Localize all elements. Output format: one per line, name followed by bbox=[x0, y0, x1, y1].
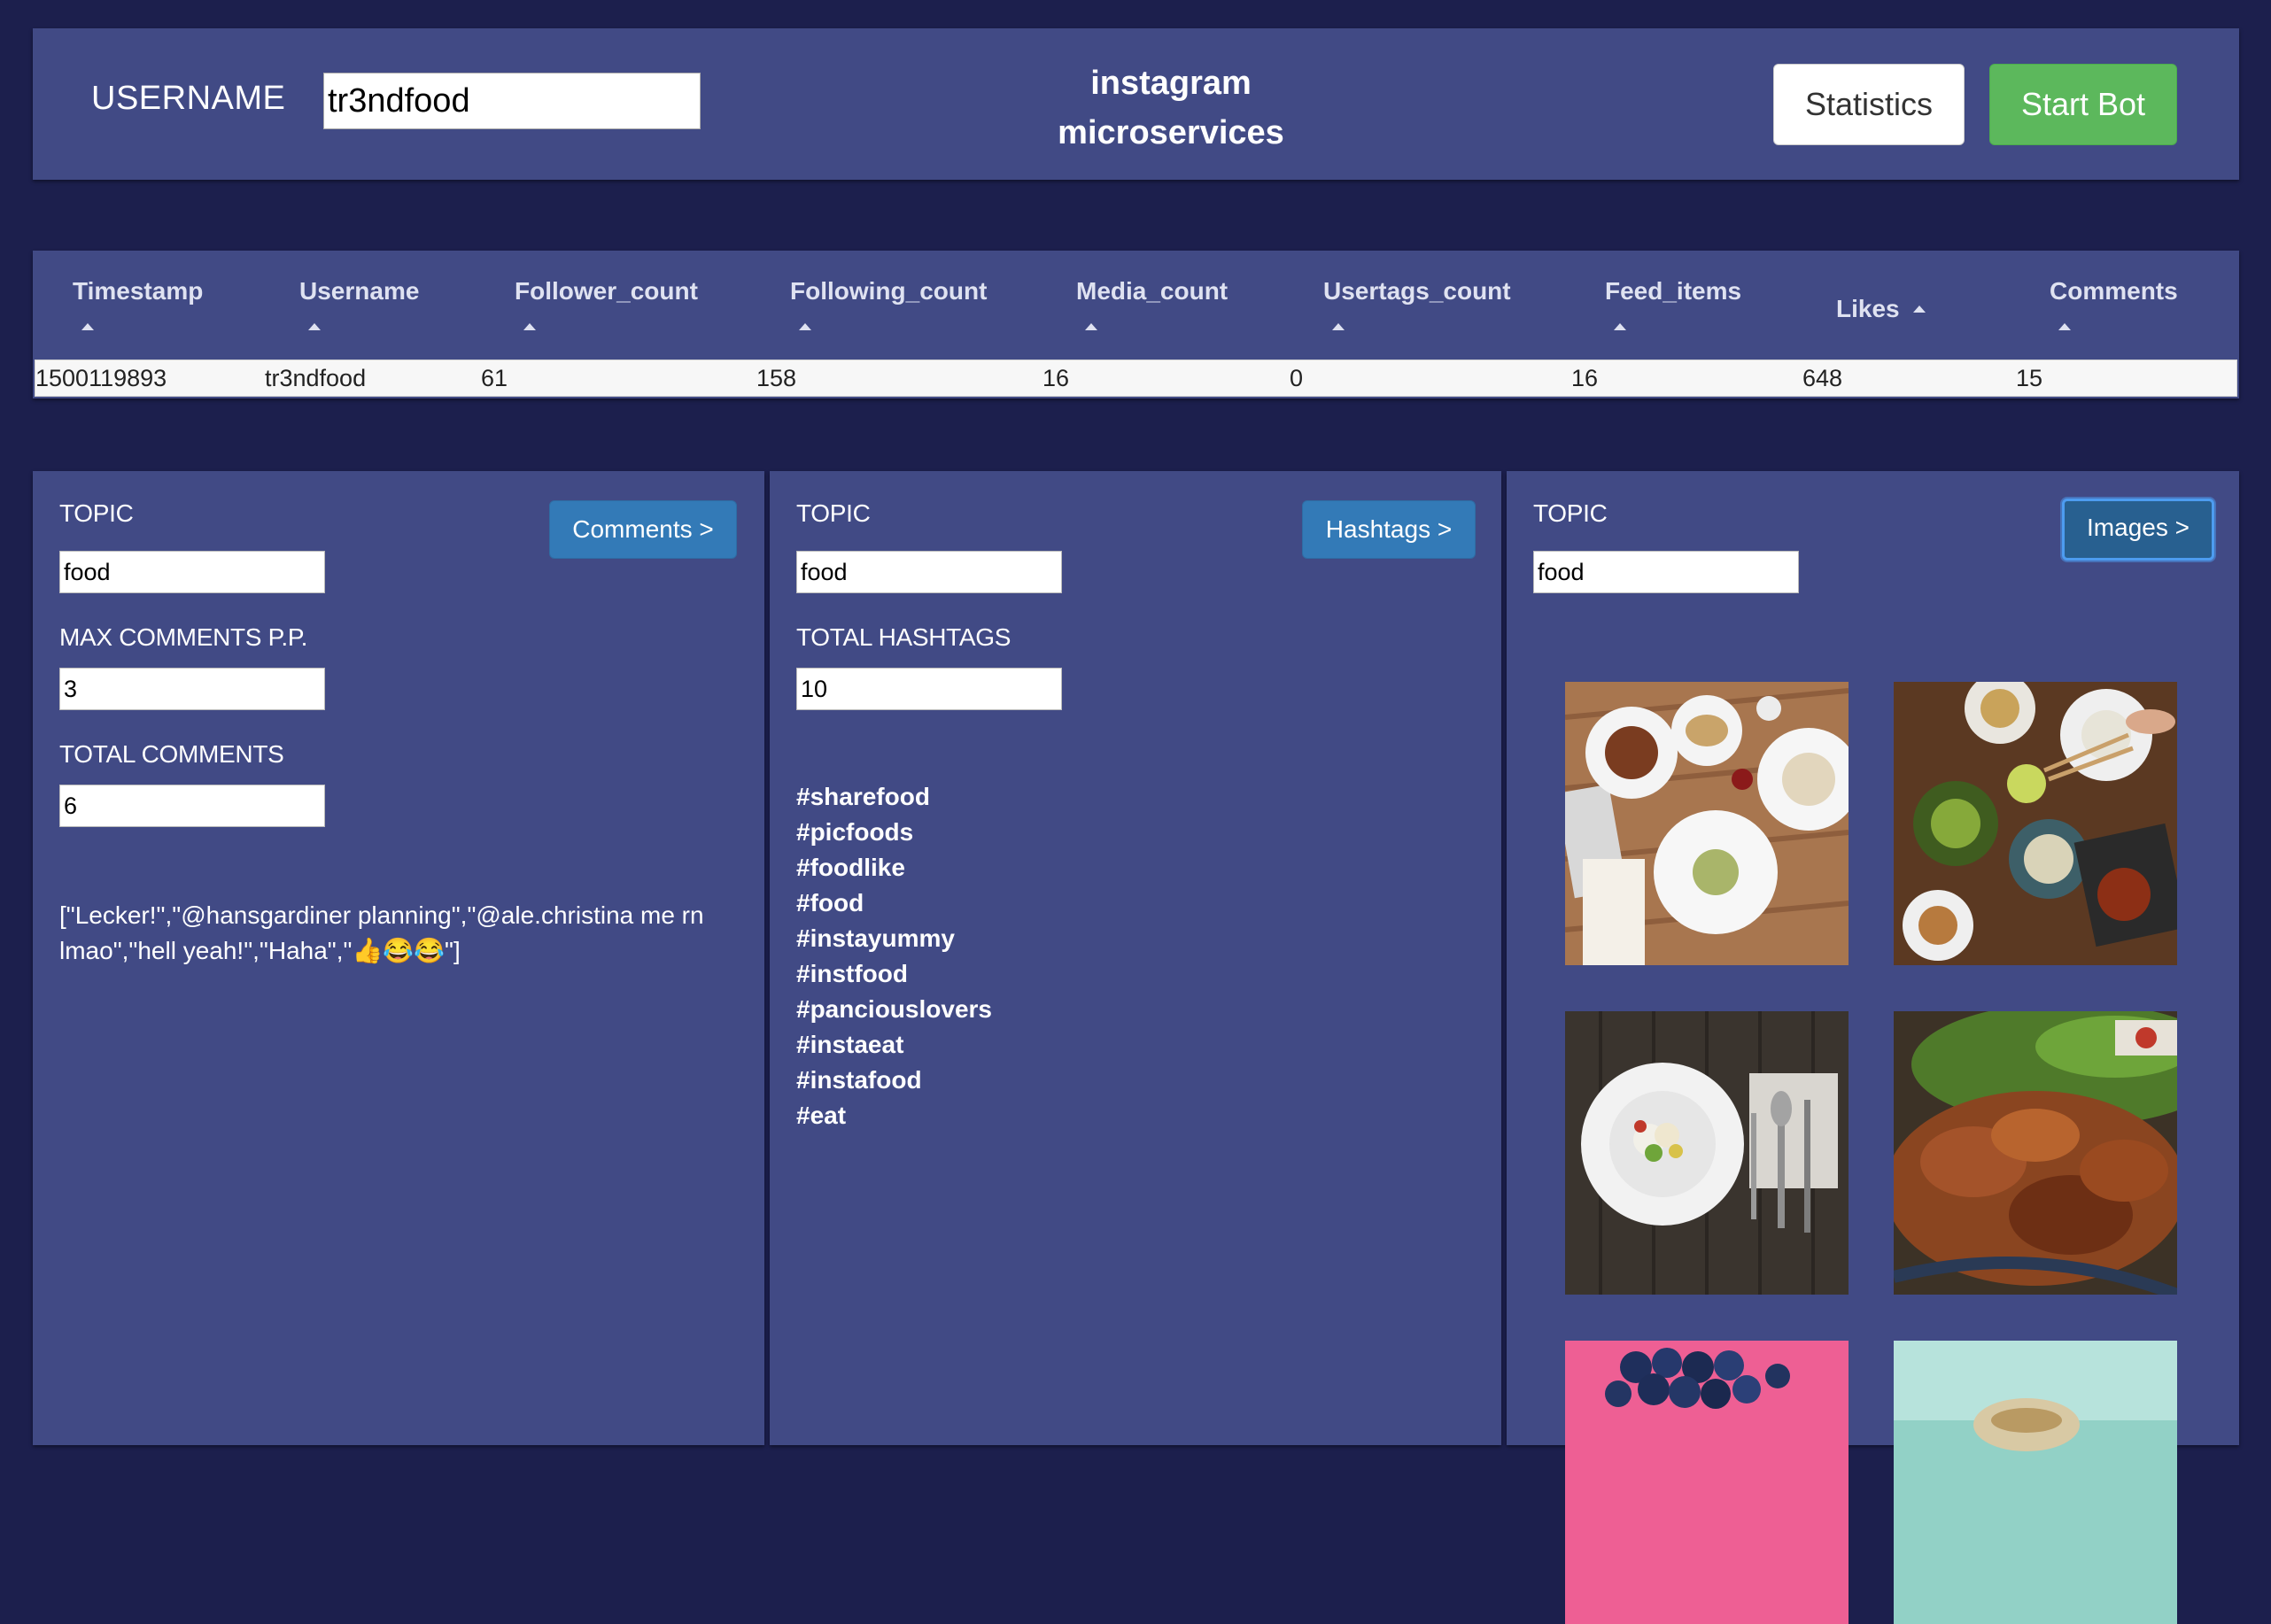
total-hashtags-input[interactable] bbox=[796, 668, 1062, 710]
images-button[interactable]: Images > bbox=[2062, 499, 2214, 561]
food-image-blueberries[interactable] bbox=[1565, 1341, 1849, 1624]
hashtag-item: #instafood bbox=[796, 1066, 922, 1094]
food-image-grilled-chicken[interactable] bbox=[1894, 1011, 2177, 1295]
hashtag-item: #eat bbox=[796, 1102, 847, 1129]
sort-caret-icon[interactable] bbox=[2058, 323, 2071, 330]
cell-media-count: 16 bbox=[1042, 365, 1070, 391]
column-header-following-count[interactable]: Following_count bbox=[790, 277, 987, 305]
column-header-timestamp[interactable]: Timestamp bbox=[73, 277, 203, 305]
hashtag-item: #sharefood bbox=[796, 783, 930, 810]
header-bar: USERNAME instagram microservices Statist… bbox=[33, 28, 2239, 180]
food-image-grilled-chicken-art bbox=[1894, 1011, 2177, 1295]
total-hashtags-label: TOTAL HASHTAGS bbox=[796, 623, 1011, 651]
total-comments-input[interactable] bbox=[59, 785, 325, 827]
sort-caret-icon[interactable] bbox=[523, 323, 536, 330]
hashtag-item: #picfoods bbox=[796, 818, 914, 846]
hashtags-panel: TOPIC Hashtags > TOTAL HASHTAGS #sharefo… bbox=[770, 471, 1501, 1445]
food-image-plate-cutlery-art bbox=[1565, 1011, 1849, 1295]
column-header-comments[interactable]: Comments bbox=[2050, 277, 2178, 305]
images-panel: TOPIC Images > bbox=[1507, 471, 2239, 1624]
sort-caret-icon[interactable] bbox=[308, 323, 321, 330]
hashtag-item: #instayummy bbox=[796, 924, 955, 952]
statistics-button[interactable]: Statistics bbox=[1773, 64, 1965, 145]
column-header-username[interactable]: Username bbox=[299, 277, 419, 305]
column-header-likes[interactable]: Likes bbox=[1836, 295, 1900, 323]
stats-table: Timestamp Username Follower_count Follow… bbox=[33, 251, 2239, 398]
cell-timestamp: 1500119893 bbox=[35, 365, 167, 391]
hashtag-item: #foodlike bbox=[796, 854, 905, 881]
hashtag-item: #panciouslovers bbox=[796, 995, 992, 1023]
total-comments-label: TOTAL COMMENTS bbox=[59, 740, 284, 768]
hashtag-item: #instfood bbox=[796, 960, 908, 987]
comments-topic-input[interactable] bbox=[59, 551, 325, 593]
cell-feed-items: 16 bbox=[1571, 365, 1599, 391]
food-image-asian-dishes-art bbox=[1894, 682, 2177, 965]
hashtags-button[interactable]: Hashtags > bbox=[1302, 500, 1476, 559]
comments-panel: TOPIC Comments > MAX COMMENTS P.P. TOTAL… bbox=[33, 471, 764, 1445]
topic-label: TOPIC bbox=[796, 499, 871, 527]
start-bot-button[interactable]: Start Bot bbox=[1989, 64, 2177, 145]
table-row: 1500119893 tr3ndfood 61 158 16 0 16 648 … bbox=[35, 360, 2237, 397]
sort-caret-icon[interactable] bbox=[1085, 323, 1097, 330]
comments-button[interactable]: Comments > bbox=[549, 500, 737, 559]
cell-likes: 648 bbox=[1802, 365, 1843, 391]
username-input[interactable] bbox=[323, 73, 701, 129]
app-title-line1: instagram bbox=[1090, 65, 1252, 102]
column-header-media-count[interactable]: Media_count bbox=[1076, 277, 1228, 305]
username-label: USERNAME bbox=[91, 80, 286, 117]
food-image-teal-dish[interactable] bbox=[1894, 1341, 2177, 1624]
cell-usertags-count: 0 bbox=[1290, 365, 1304, 391]
topic-label: TOPIC bbox=[1533, 499, 1608, 527]
generated-comments-output: ["Lecker!","@hansgardiner planning","@al… bbox=[59, 901, 704, 964]
hashtag-item: #instaeat bbox=[796, 1031, 904, 1058]
column-header-usertags-count[interactable]: Usertags_count bbox=[1323, 277, 1511, 305]
sort-caret-icon[interactable] bbox=[1332, 323, 1345, 330]
sort-caret-icon[interactable] bbox=[1913, 305, 1926, 313]
max-comments-label: MAX COMMENTS P.P. bbox=[59, 623, 308, 651]
cell-following-count: 158 bbox=[756, 365, 797, 391]
topic-label: TOPIC bbox=[59, 499, 134, 527]
sort-caret-icon[interactable] bbox=[81, 323, 94, 330]
sort-caret-icon[interactable] bbox=[799, 323, 811, 330]
images-topic-input[interactable] bbox=[1533, 551, 1799, 593]
cell-username: tr3ndfood bbox=[265, 365, 367, 391]
food-image-asian-dishes[interactable] bbox=[1894, 682, 2177, 965]
food-image-blueberries-art bbox=[1565, 1341, 1849, 1624]
cell-follower-count: 61 bbox=[481, 365, 508, 391]
food-image-teal-dish-art bbox=[1894, 1341, 2177, 1624]
sort-caret-icon[interactable] bbox=[1614, 323, 1626, 330]
hashtag-item: #food bbox=[796, 889, 864, 916]
column-header-follower-count[interactable]: Follower_count bbox=[515, 277, 698, 305]
hashtags-topic-input[interactable] bbox=[796, 551, 1062, 593]
hashtag-list: #sharefood #picfoods #foodlike #food #in… bbox=[796, 779, 992, 1133]
cell-comments: 15 bbox=[2016, 365, 2043, 391]
app-title-line2: microservices bbox=[1058, 114, 1284, 151]
food-image-plate-cutlery[interactable] bbox=[1565, 1011, 1849, 1295]
column-header-feed-items[interactable]: Feed_items bbox=[1605, 277, 1741, 305]
food-image-table-spread[interactable] bbox=[1565, 682, 1849, 965]
app-title: instagram microservices bbox=[958, 58, 1384, 158]
max-comments-input[interactable] bbox=[59, 668, 325, 710]
food-image-table-spread-art bbox=[1565, 682, 1849, 965]
